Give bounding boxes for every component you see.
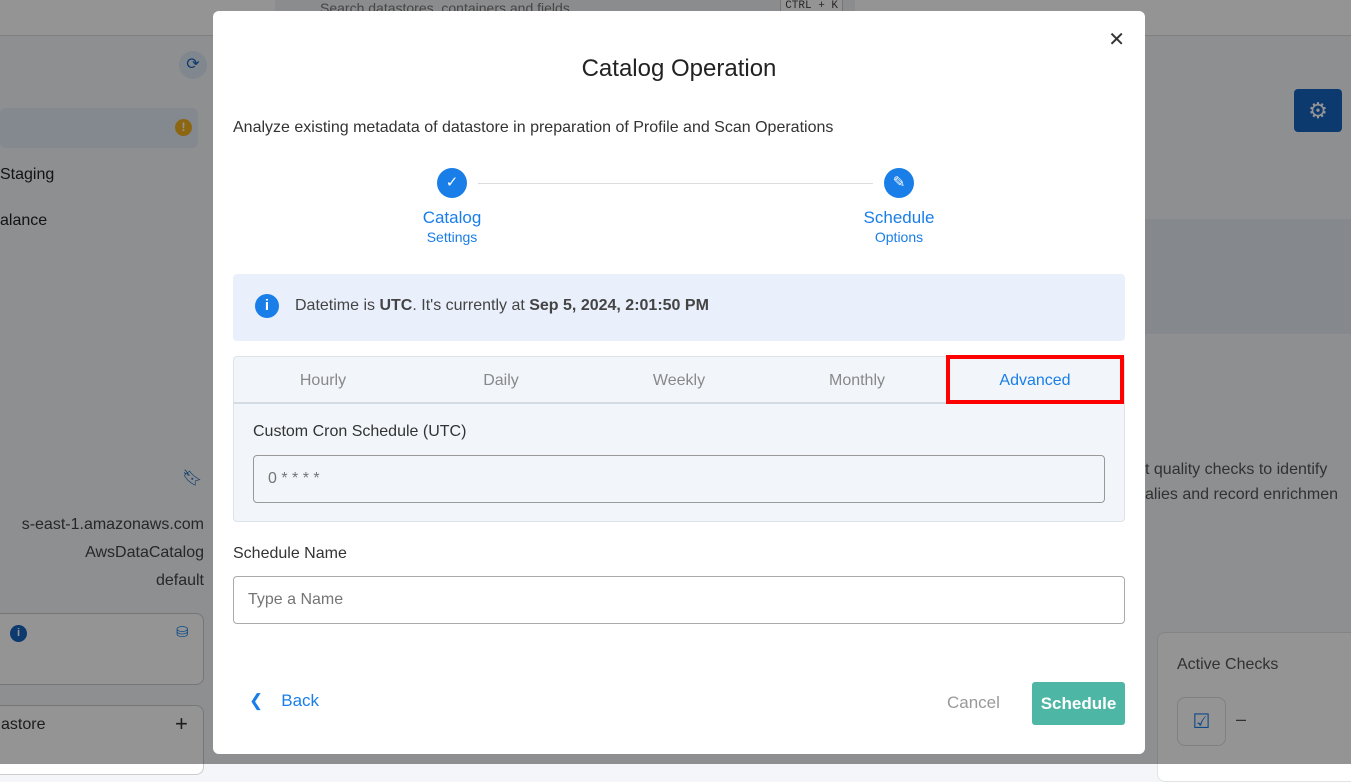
stepper-connector (478, 183, 873, 184)
modal-description: Analyze existing metadata of datastore i… (233, 119, 834, 136)
schedule-frequency-panel: Hourly Daily Weekly Monthly Advanced Cus… (233, 355, 1125, 522)
tab-advanced[interactable]: Advanced (946, 355, 1124, 404)
step-subtitle: Settings (426, 229, 478, 245)
back-button[interactable]: ❮ Back (249, 691, 319, 711)
info-datetime: Sep 5, 2024, 2:01:50 PM (529, 297, 709, 314)
schedule-name-input[interactable] (233, 576, 1125, 624)
info-prefix: Datetime is (295, 297, 380, 314)
info-timezone: UTC (379, 297, 413, 314)
tab-hourly[interactable]: Hourly (234, 357, 412, 402)
close-icon[interactable]: ✕ (1108, 27, 1125, 52)
tab-weekly[interactable]: Weekly (590, 357, 768, 402)
schedule-button[interactable]: Schedule (1032, 682, 1125, 725)
cancel-button[interactable]: Cancel (947, 693, 1000, 713)
info-middle: . It's currently at (412, 297, 530, 314)
modal-title: Catalog Operation (581, 55, 777, 82)
chevron-left-icon: ❮ (249, 691, 264, 710)
catalog-operation-modal: ✕ Catalog Operation Analyze existing met… (213, 11, 1145, 754)
cron-schedule-input[interactable] (253, 455, 1105, 503)
step-title: Catalog (422, 208, 482, 227)
timezone-info-banner: i Datetime is UTC. It's currently at Sep… (233, 274, 1125, 341)
tab-daily[interactable]: Daily (412, 357, 590, 402)
step-title: Schedule (863, 208, 935, 227)
tab-monthly[interactable]: Monthly (768, 357, 946, 402)
back-label: Back (281, 691, 320, 710)
step-subtitle: Options (874, 229, 924, 245)
step-schedule-options[interactable]: Schedule Options (839, 208, 959, 246)
check-icon: ✓ (437, 168, 467, 198)
pencil-icon: ✎ (884, 168, 914, 198)
cron-label: Custom Cron Schedule (UTC) (253, 423, 467, 440)
info-icon: i (255, 294, 279, 318)
frequency-tabs: Hourly Daily Weekly Monthly Advanced (234, 355, 1124, 404)
step-catalog-settings[interactable]: Catalog Settings (392, 208, 512, 246)
schedule-name-label: Schedule Name (233, 545, 347, 562)
